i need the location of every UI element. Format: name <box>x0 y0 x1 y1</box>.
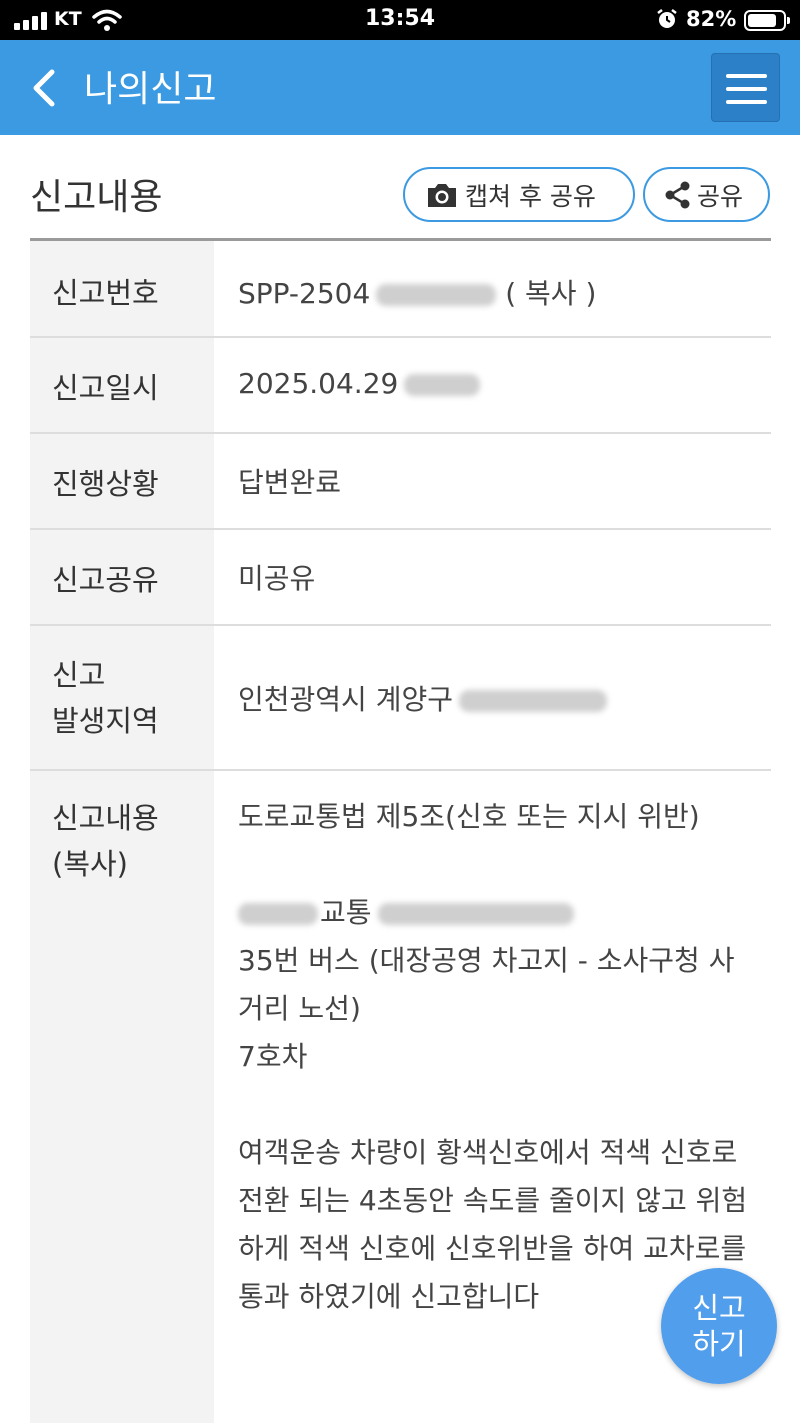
camera-icon <box>428 183 456 207</box>
report-date-text: 2025.04.29 <box>238 367 399 400</box>
area-label: 신고 발생지역 <box>30 626 214 769</box>
content-label: 신고내용 (복사) <box>30 771 214 1423</box>
section-title: 신고내용 <box>30 177 163 218</box>
progress-status[interactable]: 답변완료 <box>214 434 771 528</box>
redacted-blur <box>458 690 607 712</box>
table-row-content: 신고내용 (복사) 도로교통법 제5조(신호 또는 지시 위반) 교통 35번 … <box>30 771 771 1423</box>
back-chevron-icon[interactable] <box>26 64 66 112</box>
page-title: 나의신고 <box>84 69 217 110</box>
battery-percent: 82% <box>686 7 737 31</box>
car-number-text: 7호차 <box>238 1040 308 1073</box>
hamburger-menu-icon[interactable] <box>711 53 780 122</box>
status-bar: KT 13:54 82% <box>0 0 800 40</box>
report-number-value: SPP-2504 ( 복사 ) <box>214 241 771 336</box>
area-value: 인천광역시 계양구 <box>214 626 771 769</box>
share-icon <box>665 181 690 208</box>
copy-report-number-link[interactable]: ( 복사 ) <box>505 277 596 310</box>
share-label: 공유 <box>697 181 744 211</box>
bus-line-text: 35번 버스 (대장공영 차고지 - 소사구청 사거리 노선) <box>238 944 735 1025</box>
sharing-label: 신고공유 <box>30 530 214 624</box>
app-header: 나의신고 <box>0 40 800 135</box>
progress-label: 진행상황 <box>30 434 214 528</box>
fab-line2: 하기 <box>692 1327 746 1361</box>
law-text: 도로교통법 제5조(신호 또는 지시 위반) <box>238 800 700 833</box>
alarm-icon <box>657 9 677 28</box>
company-line: 교통 <box>238 889 771 937</box>
capture-share-button[interactable]: 캡쳐 후 공유 <box>403 167 635 222</box>
company-suffix: 교통 <box>320 896 372 929</box>
table-row-area: 신고 발생지역 인천광역시 계양구 <box>30 626 771 771</box>
content-label-copy[interactable]: (복사) <box>52 841 214 887</box>
battery-icon <box>744 10 790 31</box>
table-row-sharing: 신고공유 미공유 <box>30 530 771 626</box>
fab-line1: 신고 <box>692 1291 746 1325</box>
clock-time: 13:54 <box>364 6 436 31</box>
redacted-blur <box>404 374 481 396</box>
redacted-blur <box>238 903 318 925</box>
sharing-value: 미공유 <box>238 562 316 595</box>
redacted-blur <box>377 903 574 925</box>
area-label-line2: 발생지역 <box>52 704 159 738</box>
area-label-line1: 신고 <box>52 658 106 692</box>
table-row-progress: 진행상황 답변완료 <box>30 434 771 530</box>
capture-share-label: 캡쳐 후 공유 <box>465 181 596 211</box>
table-row-report-date: 신고일시 2025.04.29 <box>30 338 771 434</box>
report-date-label: 신고일시 <box>30 338 214 432</box>
area-text: 인천광역시 계양구 <box>238 683 453 716</box>
report-number-prefix: SPP-2504 <box>238 277 371 310</box>
content-label-line1: 신고내용 <box>52 801 159 835</box>
redacted-blur <box>376 284 497 306</box>
share-button[interactable]: 공유 <box>643 167 770 222</box>
report-date-value: 2025.04.29 <box>214 338 771 432</box>
report-number-label: 신고번호 <box>30 241 214 336</box>
new-report-fab[interactable]: 신고 하기 <box>661 1268 777 1384</box>
table-row-report-number: 신고번호 SPP-2504 ( 복사 ) <box>30 241 771 338</box>
report-detail-table: 신고번호 SPP-2504 ( 복사 ) 신고일시 2025.04.29 진행상… <box>30 238 771 1423</box>
